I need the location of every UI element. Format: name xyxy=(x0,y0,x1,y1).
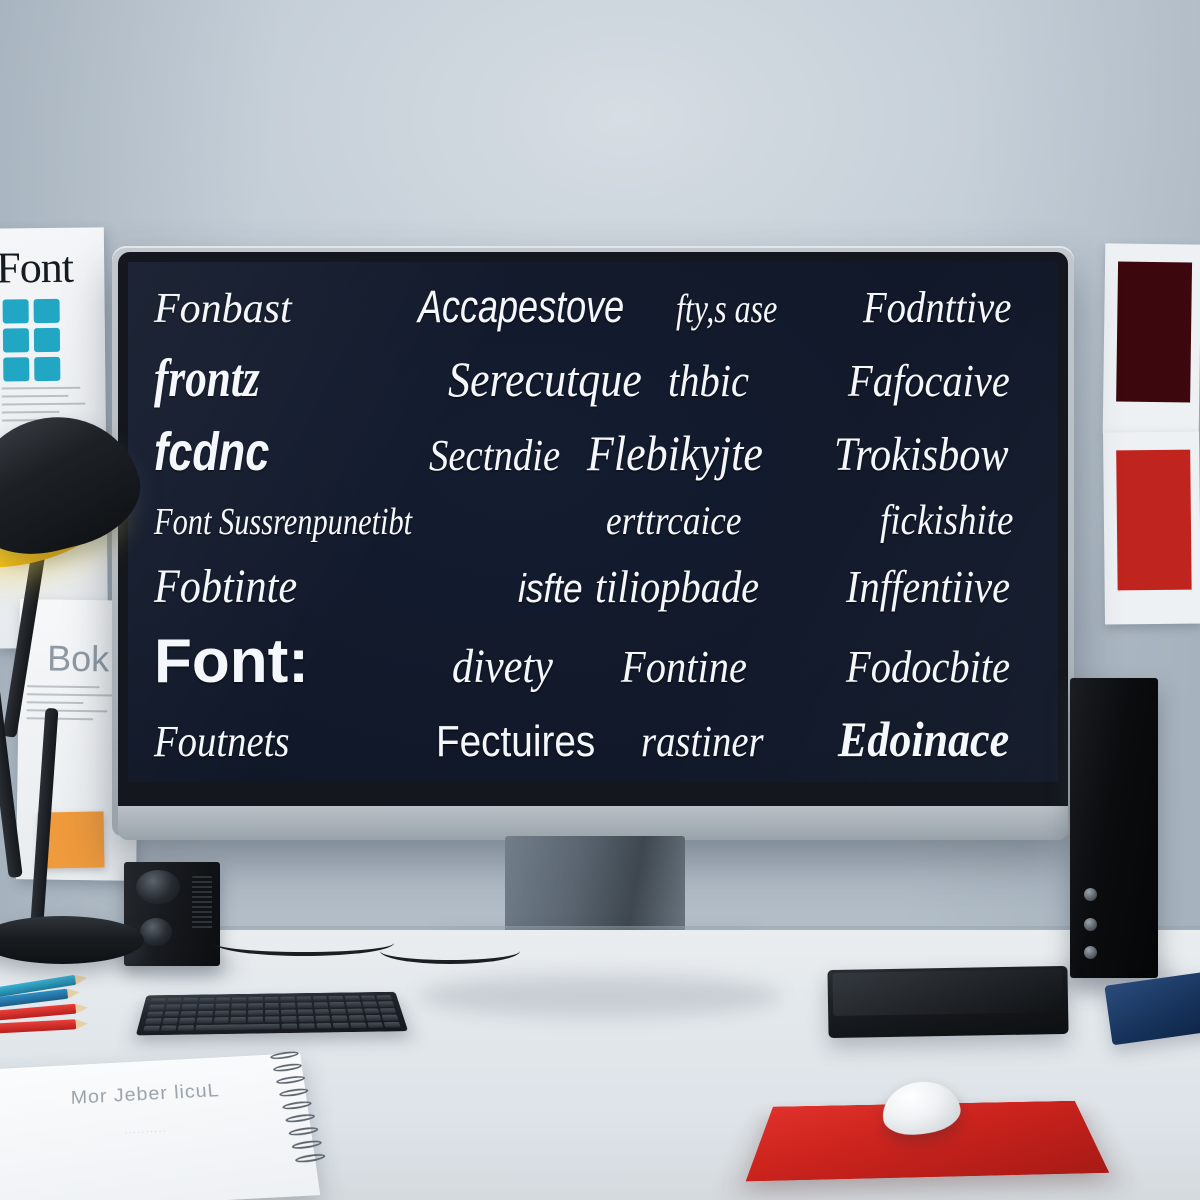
specimen-word[interactable]: divety xyxy=(452,643,553,691)
monitor-cable xyxy=(214,930,394,956)
specimen-word[interactable]: Inffentiive xyxy=(846,563,1010,610)
monitor-chin xyxy=(118,806,1068,840)
specimen-word[interactable]: Foutnets xyxy=(154,719,290,764)
specimen-word[interactable]: rastiner xyxy=(641,719,764,764)
specimen-row: fcdnc Sectndie Flebikyjte Trokisbow xyxy=(154,425,1032,479)
swatch-tile xyxy=(33,327,61,353)
specimen-word[interactable]: Fobtinte xyxy=(154,562,297,611)
specimen-word[interactable]: Accapestove xyxy=(418,284,624,329)
specimen-word[interactable]: thbic xyxy=(668,357,749,404)
specimen-word[interactable]: Edoinace xyxy=(838,714,1009,764)
poster-font-title: Font xyxy=(0,242,74,293)
specimen-word[interactable]: tiliopbade xyxy=(595,563,759,610)
wall-swatch-card-dark-red xyxy=(1102,243,1200,435)
specimen-word[interactable]: Trokisbow xyxy=(834,431,1008,479)
keyboard-keys xyxy=(143,995,401,1032)
specimen-row: Font Sussrenpunetibt erttrcaice fickishi… xyxy=(154,500,1032,542)
speaker-knob[interactable] xyxy=(1084,946,1097,959)
pencil-red xyxy=(0,1018,89,1035)
speaker-right xyxy=(1070,678,1158,978)
specimen-word[interactable]: fty,s ase xyxy=(676,289,777,329)
specimen-row: Fobtinte isfte tiliopbade Inffentiive xyxy=(154,562,1032,611)
specimen-row: Font: divety Fontine Fodocbite xyxy=(154,631,1032,693)
swatch-chip-dark-red xyxy=(1116,261,1193,403)
poster-swatch-grid xyxy=(0,293,89,382)
monitor-cable-2 xyxy=(380,938,520,964)
lamp-shade xyxy=(0,399,152,569)
specimen-word[interactable]: Font Sussrenpunetibt xyxy=(154,503,412,541)
workspace-scene: Font Bok Fonbast Accapestove fty,s ase F… xyxy=(0,0,1200,1200)
monitor-screen[interactable]: Fonbast Accapestove fty,s ase Fodnttive f… xyxy=(128,262,1058,782)
specimen-word[interactable]: Sectndie xyxy=(429,434,560,478)
lamp-base xyxy=(0,916,144,964)
swatch-tile xyxy=(34,356,61,382)
lamp-arm-upper xyxy=(2,538,48,738)
desk-lamp[interactable] xyxy=(0,399,156,978)
specimen-word[interactable]: isfte xyxy=(518,569,583,609)
laptop-lid xyxy=(832,968,1064,1017)
swatch-chip-red xyxy=(1116,449,1192,591)
specimen-word[interactable]: fcdnc xyxy=(154,425,269,479)
speaker-grille xyxy=(192,876,212,930)
specimen-word[interactable]: erttrcaice xyxy=(606,500,742,541)
specimen-word[interactable]: Fodnttive xyxy=(863,286,1011,330)
specimen-row: frontz Serecutque thbic Fafocaive xyxy=(154,351,1032,405)
wall-swatch-card-red xyxy=(1102,431,1200,625)
pencil-group xyxy=(0,972,110,1048)
stand-shadow xyxy=(420,975,780,1017)
specimen-word[interactable]: fickishite xyxy=(880,500,1013,542)
specimen-word[interactable]: Fontine xyxy=(621,644,747,690)
specimen-word[interactable]: Fafocaive xyxy=(848,357,1010,404)
speaker-knob[interactable] xyxy=(1084,888,1097,901)
lamp-arm-support xyxy=(30,707,59,924)
font-specimen-grid: Fonbast Accapestove fty,s ase Fodnttive f… xyxy=(128,262,1058,782)
specimen-word[interactable]: Flebikyjte xyxy=(587,428,763,478)
keyboard[interactable] xyxy=(135,991,409,1036)
notepad[interactable]: Mor Jeber licuL · · · · · · · · · · xyxy=(0,1050,327,1200)
specimen-row: Foutnets Fectuires rastiner Edoinace xyxy=(154,714,1032,764)
speaker-knob[interactable] xyxy=(1084,918,1097,931)
specimen-word[interactable]: Fonbast xyxy=(154,286,292,332)
laptop-closed[interactable] xyxy=(827,965,1069,1039)
specimen-word[interactable]: frontz xyxy=(154,351,260,405)
swatch-tile xyxy=(3,357,30,382)
swatch-tile xyxy=(33,298,60,324)
specimen-word[interactable]: Fectuires xyxy=(436,719,595,764)
swatch-tile xyxy=(2,299,29,324)
specimen-word[interactable]: Font: xyxy=(154,627,309,696)
specimen-word[interactable]: Serecutque xyxy=(448,354,642,404)
specimen-row: Fonbast Accapestove fty,s ase Fodnttive xyxy=(154,284,1032,330)
swatch-tile xyxy=(2,328,30,353)
specimen-word[interactable]: Fodocbite xyxy=(846,644,1010,690)
